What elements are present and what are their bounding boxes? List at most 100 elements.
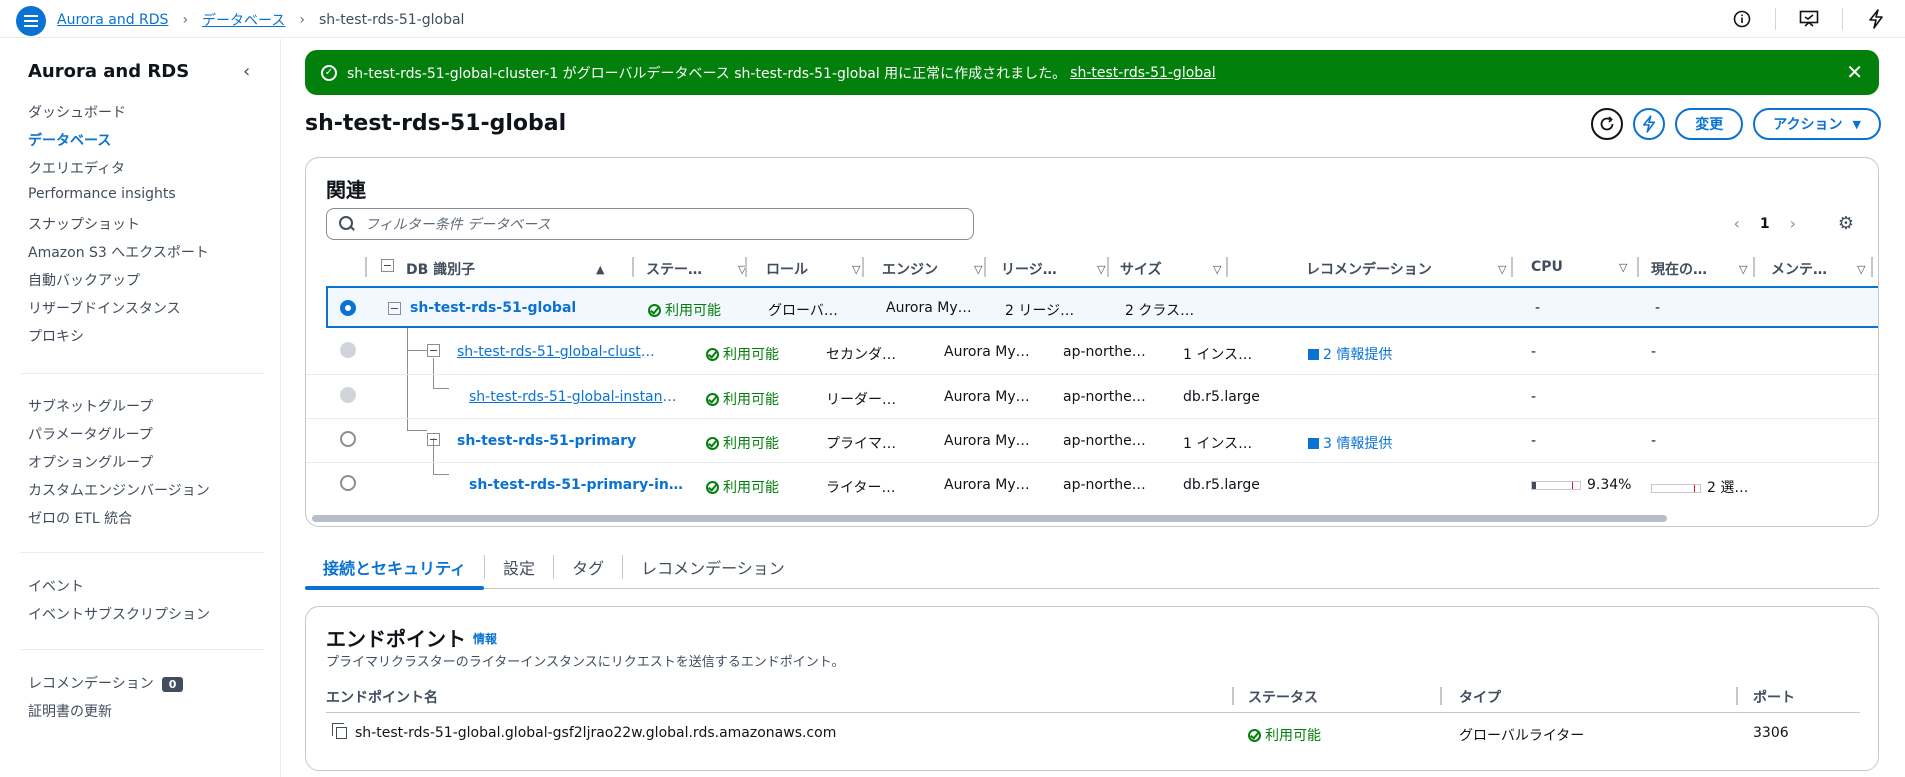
modify-button[interactable]: 変更 <box>1675 108 1744 140</box>
db-identifier-link[interactable]: sh-test-rds-51-global-instance-1 <box>469 389 684 405</box>
recommendation-link[interactable]: 3 情報提供 <box>1308 433 1392 453</box>
column-db-identifier[interactable]: DB 識別子 ▲ <box>406 257 636 279</box>
close-sidebar-icon[interactable]: ‹ <box>243 61 250 82</box>
breadcrumb-aurora-rds[interactable]: Aurora and RDS <box>57 12 168 28</box>
sidebar-item-databases[interactable]: データベース <box>28 130 111 150</box>
size-cell: 1 インス… <box>1183 436 1253 452</box>
engine-cell: Aurora My… <box>944 344 1030 360</box>
status-available: 利用可能 <box>706 389 779 409</box>
sidebar-item-custom-engine-versions[interactable]: カスタムエンジンバージョン <box>28 480 210 500</box>
sidebar-item-performance-insights[interactable]: Performance insights <box>28 186 176 202</box>
column-cpu[interactable]: CPU ▽ <box>1531 257 1639 277</box>
db-identifier-link[interactable]: sh-test-rds-51-primary <box>457 433 657 449</box>
collapse-toggle-icon[interactable] <box>427 433 440 446</box>
tab-tags[interactable]: タグ <box>554 545 622 589</box>
feedback-icon[interactable] <box>1798 8 1820 30</box>
header-expand-toggle[interactable] <box>381 259 394 272</box>
lightning-icon[interactable] <box>1865 8 1887 30</box>
success-check-icon <box>648 304 661 317</box>
column-recommendations[interactable]: レコメンデーション ▽ <box>1306 257 1538 279</box>
tab-recommendations[interactable]: レコメンデーション <box>623 545 803 589</box>
copy-icon[interactable] <box>332 723 347 739</box>
sidebar-item-parameter-groups[interactable]: パラメータグループ <box>28 424 153 444</box>
sidebar-item-s3-export[interactable]: Amazon S3 へエクスポート <box>28 242 209 262</box>
sidebar-item-recommendations[interactable]: レコメンデーション 0 <box>28 673 184 693</box>
sidebar-item-label: レコメンデーション <box>28 676 154 692</box>
engine-cell: Aurora My… <box>886 300 972 316</box>
actions-dropdown-button[interactable]: アクション ▼ <box>1753 108 1881 140</box>
column-size[interactable]: サイズ ▽ <box>1120 257 1233 279</box>
success-check-icon <box>706 348 719 361</box>
column-maintenance[interactable]: メンテ… ▽ <box>1771 257 1878 279</box>
sidebar-item-certificate-update[interactable]: 証明書の更新 <box>28 701 112 721</box>
success-check-icon: ✓ <box>321 64 337 81</box>
close-icon[interactable]: ✕ <box>1846 60 1863 84</box>
size-cell: db.r5.large <box>1183 389 1260 405</box>
db-identifier-link[interactable]: sh-test-rds-51-primary-instance <box>469 477 684 493</box>
column-engine[interactable]: エンジン ▽ <box>882 257 994 279</box>
chevron-right-icon: › <box>299 12 305 28</box>
info-icon[interactable] <box>1731 8 1753 30</box>
column-region[interactable]: リージ… ▽ <box>1001 257 1117 279</box>
hamburger-menu-icon[interactable] <box>16 6 46 36</box>
sidebar-item-query-editor[interactable]: クエリエディタ <box>28 158 125 178</box>
column-port: ポート <box>1753 690 1795 706</box>
column-current[interactable]: 現在の… ▽ <box>1651 257 1766 279</box>
divider <box>20 373 264 374</box>
sort-ascending-icon: ▲ <box>596 262 605 276</box>
row-radio[interactable] <box>340 300 356 316</box>
cpu-cell: - <box>1531 344 1537 360</box>
sidebar-item-reserved-instances[interactable]: リザーブドインスタンス <box>28 298 181 318</box>
page-number[interactable]: 1 <box>1760 216 1770 232</box>
column-sep <box>1440 687 1442 705</box>
sidebar-item-zero-etl[interactable]: ゼロの ETL 統合 <box>28 508 132 528</box>
chevron-right-icon[interactable]: › <box>1790 214 1796 233</box>
column-role[interactable]: ロール ▽ <box>766 257 868 279</box>
info-link[interactable]: 情報 <box>473 630 497 647</box>
sidebar-item-auto-backups[interactable]: 自動バックアップ <box>28 270 140 290</box>
sidebar-item-subnet-groups[interactable]: サブネットグループ <box>28 396 153 416</box>
region-cell: ap-northe… <box>1063 344 1146 360</box>
gear-icon[interactable]: ⚙ <box>1838 213 1854 234</box>
refresh-button[interactable] <box>1591 108 1624 140</box>
current-value: 2 選択/ <box>1707 480 1751 496</box>
table-row[interactable]: sh-test-rds-51-global-cluster-1 ↗ 利用可能 セ… <box>306 330 1878 374</box>
table-row[interactable]: sh-test-rds-51-global 利用可能 グローバ… Aurora … <box>326 286 1878 328</box>
db-identifier-link[interactable]: sh-test-rds-51-global <box>410 300 610 316</box>
chevron-left-icon[interactable]: ‹ <box>1733 214 1739 233</box>
column-status[interactable]: ステー… ▽ <box>646 257 751 279</box>
filter-input[interactable]: フィルター条件 データベース <box>326 208 974 240</box>
flash-message: sh-test-rds-51-global-cluster-1 がグローバルデー… <box>347 65 1067 82</box>
horizontal-scrollbar[interactable] <box>312 515 1667 522</box>
recommendation-link[interactable]: 2 情報提供 <box>1308 344 1392 364</box>
db-identifier-link[interactable]: sh-test-rds-51-global-cluster-1 ↗ <box>457 344 657 360</box>
sidebar-item-dashboard[interactable]: ダッシュボード <box>28 102 126 122</box>
row-radio[interactable] <box>340 475 356 491</box>
engine-cell: Aurora My… <box>944 389 1030 405</box>
cpu-cell: - <box>1535 300 1541 316</box>
column-type: タイプ <box>1459 690 1501 706</box>
sidebar-item-snapshots[interactable]: スナップショット <box>28 214 140 234</box>
column-label: メンテ… <box>1771 262 1827 278</box>
tab-connectivity-security[interactable]: 接続とセキュリティ <box>305 545 485 590</box>
table-row[interactable]: sh-test-rds-51-primary 利用可能 プライマ… Aurora… <box>306 418 1878 462</box>
count-badge: 0 <box>161 677 184 692</box>
size-cell: db.r5.large <box>1183 477 1260 493</box>
header-actions: 変更 アクション ▼ <box>1591 108 1881 140</box>
table-row[interactable]: sh-test-rds-51-global-instance-1 利用可能 リー… <box>306 374 1878 418</box>
sidebar-item-event-subscriptions[interactable]: イベントサブスクリプション <box>28 604 210 624</box>
lightning-button[interactable] <box>1633 108 1666 140</box>
collapse-toggle-icon[interactable] <box>388 302 401 315</box>
table-row[interactable]: sh-test-rds-51-primary-instance 利用可能 ライタ… <box>306 462 1878 506</box>
sidebar-item-proxies[interactable]: プロキシ <box>28 326 84 346</box>
sidebar-item-events[interactable]: イベント <box>28 576 84 596</box>
row-radio[interactable] <box>340 431 356 447</box>
collapse-toggle-icon[interactable] <box>427 344 440 357</box>
breadcrumb-databases[interactable]: データベース <box>202 10 285 30</box>
flash-link[interactable]: sh-test-rds-51-global <box>1070 65 1215 81</box>
engine-cell: Aurora My… <box>944 433 1030 449</box>
column-label: リージ… <box>1001 262 1057 278</box>
breadcrumb-current: sh-test-rds-51-global <box>318 12 465 28</box>
tab-configuration[interactable]: 設定 <box>485 545 553 589</box>
sidebar-item-option-groups[interactable]: オプショングループ <box>28 452 153 472</box>
